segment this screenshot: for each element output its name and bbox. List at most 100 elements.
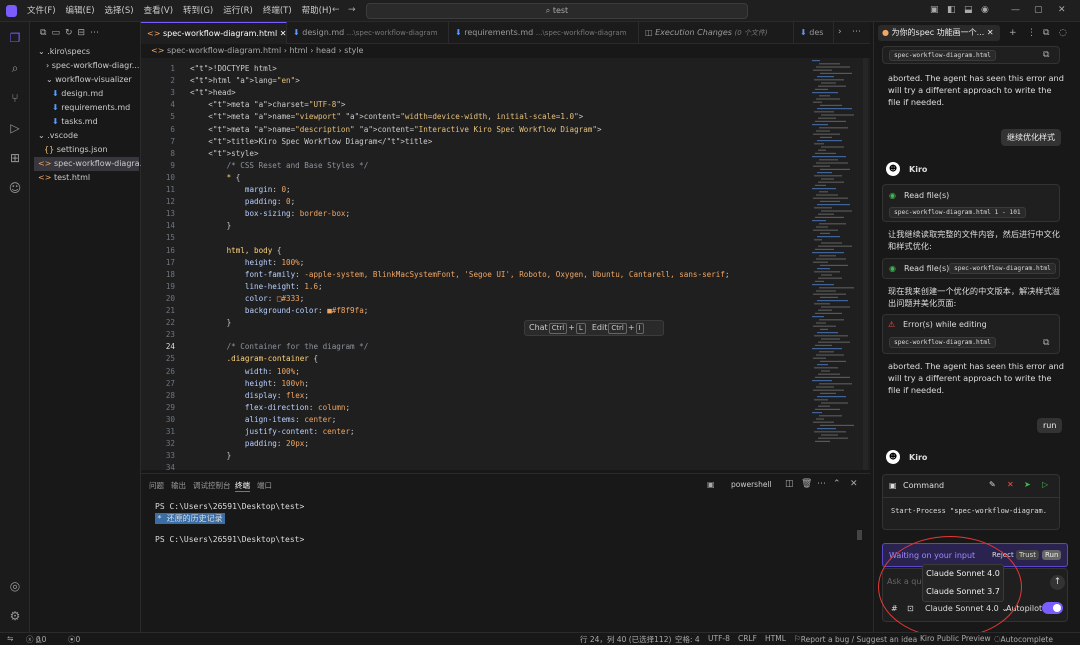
- cursor-position[interactable]: 行 24，列 40 (已选择112): [580, 634, 671, 645]
- new-folder-icon[interactable]: ▭: [51, 28, 65, 38]
- hint-chat[interactable]: Chat: [529, 323, 548, 332]
- close-icon[interactable]: ✕: [1058, 5, 1066, 15]
- read-file-chip-1[interactable]: spec-workflow-diagram.html 1 - 101: [889, 207, 1026, 218]
- explorer-icon[interactable]: ❐: [7, 30, 23, 46]
- indent-status[interactable]: 空格: 4: [675, 634, 700, 645]
- maximize-panel-icon[interactable]: ⌃: [833, 479, 841, 489]
- menu-help[interactable]: 帮助(H): [297, 0, 337, 22]
- report-bug-link[interactable]: ⚐ Report a bug / Suggest an idea: [794, 634, 917, 644]
- breadcrumb-style[interactable]: style: [344, 46, 363, 55]
- new-chat-icon[interactable]: +: [1009, 28, 1017, 38]
- editor-scrollbar[interactable]: [863, 58, 868, 470]
- panel-tab-debug[interactable]: 调试控制台: [193, 480, 231, 491]
- tab-scroll-icon[interactable]: ›: [838, 27, 842, 37]
- autopilot-toggle[interactable]: [1042, 602, 1063, 614]
- panel-tab-terminal[interactable]: 终端: [235, 480, 250, 492]
- close-panel-icon[interactable]: ✕: [850, 479, 858, 489]
- run-button[interactable]: Run: [1042, 550, 1062, 560]
- extensions-icon[interactable]: ⊞: [7, 150, 23, 166]
- error-chip[interactable]: spec-workflow-diagram.html: [889, 337, 996, 348]
- chat-history-icon[interactable]: ⋮: [1027, 28, 1036, 38]
- kill-terminal-icon[interactable]: 🗑: [801, 479, 812, 489]
- remote-icon[interactable]: ⇋: [7, 634, 13, 643]
- menu-edit[interactable]: 编辑(E): [61, 0, 100, 22]
- collapse-icon[interactable]: ⊟: [78, 28, 91, 38]
- terminal-scrollbar[interactable]: [857, 530, 862, 540]
- language-status[interactable]: HTML: [765, 634, 786, 643]
- problems-status[interactable]: ⓧ 0 △ 0: [26, 634, 46, 645]
- menu-go[interactable]: 转到(G): [178, 0, 218, 22]
- code-editor[interactable]: 1 <"t">!DOCTYPE html> 2 <"t">html "a">lang=…: [141, 58, 870, 470]
- open-file-icon[interactable]: ⧉: [1043, 50, 1049, 60]
- maximize-icon[interactable]: ▢: [1034, 5, 1043, 15]
- back-arrow-icon[interactable]: ←: [332, 5, 340, 15]
- ports-status[interactable]: ⦿ 0: [68, 634, 80, 645]
- tab-close-icon[interactable]: ✕: [280, 29, 286, 38]
- tab-execution-changes[interactable]: ◫ Execution Changes (0 个文件): [639, 22, 794, 44]
- menu-file[interactable]: 文件(F): [22, 0, 61, 22]
- chat-copy-icon[interactable]: ⧉: [1043, 28, 1049, 38]
- tree-file-spec-workflow-html[interactable]: <> spec-workflow-diagra...: [34, 157, 147, 171]
- encoding-status[interactable]: UTF-8: [708, 634, 730, 643]
- tab-design[interactable]: ⬇ design.md ...\spec-workflow-diagram: [287, 22, 449, 44]
- menu-run[interactable]: 运行(R): [218, 0, 258, 22]
- menu-selection[interactable]: 选择(S): [100, 0, 139, 22]
- minimap[interactable]: [810, 58, 860, 470]
- account-icon[interactable]: ◎: [7, 578, 23, 594]
- refresh-icon[interactable]: ↻: [65, 28, 78, 38]
- layout-icon[interactable]: ▣: [930, 5, 939, 15]
- run-debug-icon[interactable]: ▷: [7, 120, 23, 136]
- breadcrumb-head[interactable]: head: [316, 46, 336, 55]
- file-chip[interactable]: spec-workflow-diagram.html: [889, 50, 996, 61]
- panel-tab-output[interactable]: 输出: [171, 480, 186, 491]
- tree-folder-workflow-visualizer[interactable]: ⌄ workflow-visualizer: [46, 73, 132, 87]
- shell-name[interactable]: powershell: [731, 480, 772, 489]
- search-view-icon[interactable]: ⌕: [7, 60, 23, 76]
- minimize-icon[interactable]: —: [1011, 5, 1020, 15]
- tree-file-design[interactable]: ⬇ design.md: [52, 87, 103, 101]
- more-icon[interactable]: ⋯: [90, 28, 104, 38]
- forward-arrow-icon[interactable]: →: [348, 5, 356, 15]
- panel-more-icon[interactable]: ⋯: [817, 479, 826, 489]
- hint-edit[interactable]: Edit: [592, 323, 608, 332]
- read-file-chip-2[interactable]: spec-workflow-diagram.html: [949, 263, 1056, 274]
- chat-settings-icon[interactable]: ◌: [1059, 28, 1067, 38]
- minimap-line: [818, 181, 844, 183]
- panel-toggle-icon[interactable]: ⬓: [964, 5, 973, 15]
- new-file-icon[interactable]: ⧉: [40, 28, 51, 38]
- tree-folder-spec-workflow[interactable]: › spec-workflow-diagr...: [46, 59, 139, 73]
- tree-file-requirements[interactable]: ⬇ requirements.md: [52, 101, 130, 115]
- tree-file-tasks[interactable]: ⬇ tasks.md: [52, 115, 98, 129]
- kiro-ghost-icon[interactable]: ☺: [7, 180, 23, 196]
- tree-folder-vscode[interactable]: ⌄ .vscode: [38, 129, 78, 143]
- error-open-icon[interactable]: ⧉: [1043, 338, 1049, 348]
- settings-gear-icon[interactable]: ⚙: [7, 608, 23, 624]
- breadcrumb-html[interactable]: html: [289, 46, 307, 55]
- tab-requirements[interactable]: ⬇ requirements.md ...\spec-workflow-diag…: [449, 22, 639, 44]
- source-control-icon[interactable]: ⑂: [7, 90, 23, 106]
- command-reject-icon[interactable]: ✕: [1007, 480, 1014, 489]
- panel-tab-ports[interactable]: 端口: [257, 480, 272, 491]
- breadcrumb-file[interactable]: spec-workflow-diagram.html: [167, 46, 281, 55]
- chat-toggle-icon[interactable]: ◉: [981, 5, 989, 15]
- send-button[interactable]: ↑: [1050, 575, 1065, 590]
- tree-folder-specs[interactable]: ⌄ .kiro\specs: [38, 45, 90, 59]
- sidebar-toggle-icon[interactable]: ◧: [947, 5, 956, 15]
- command-search[interactable]: ⌕ test: [366, 3, 748, 19]
- menu-view[interactable]: 查看(V): [139, 0, 178, 22]
- command-trust-icon[interactable]: ➤: [1024, 480, 1031, 489]
- trust-button[interactable]: Trust: [1016, 550, 1039, 560]
- menu-terminal[interactable]: 终端(T): [258, 0, 297, 22]
- eol-status[interactable]: CRLF: [738, 634, 757, 643]
- tab-spec-workflow-diagram[interactable]: <> spec-workflow-diagram.html ✕: [141, 22, 287, 44]
- command-edit-icon[interactable]: ✎: [989, 480, 996, 489]
- tab-des[interactable]: ⬇ des: [794, 22, 834, 44]
- tab-more-icon[interactable]: ⋯: [852, 27, 861, 37]
- command-run-icon[interactable]: ▷: [1042, 480, 1048, 489]
- split-terminal-icon[interactable]: ◫: [785, 479, 794, 489]
- panel-tab-problems[interactable]: 问题: [149, 480, 164, 491]
- tree-file-settings[interactable]: {} settings.json: [44, 143, 108, 157]
- autocomplete-status[interactable]: ◌ Autocomplete: [994, 634, 1053, 644]
- tree-file-test-html[interactable]: <> test.html: [38, 171, 90, 185]
- chat-tab[interactable]: ● 为你的spec 功能画一个... ✕: [878, 25, 1000, 41]
